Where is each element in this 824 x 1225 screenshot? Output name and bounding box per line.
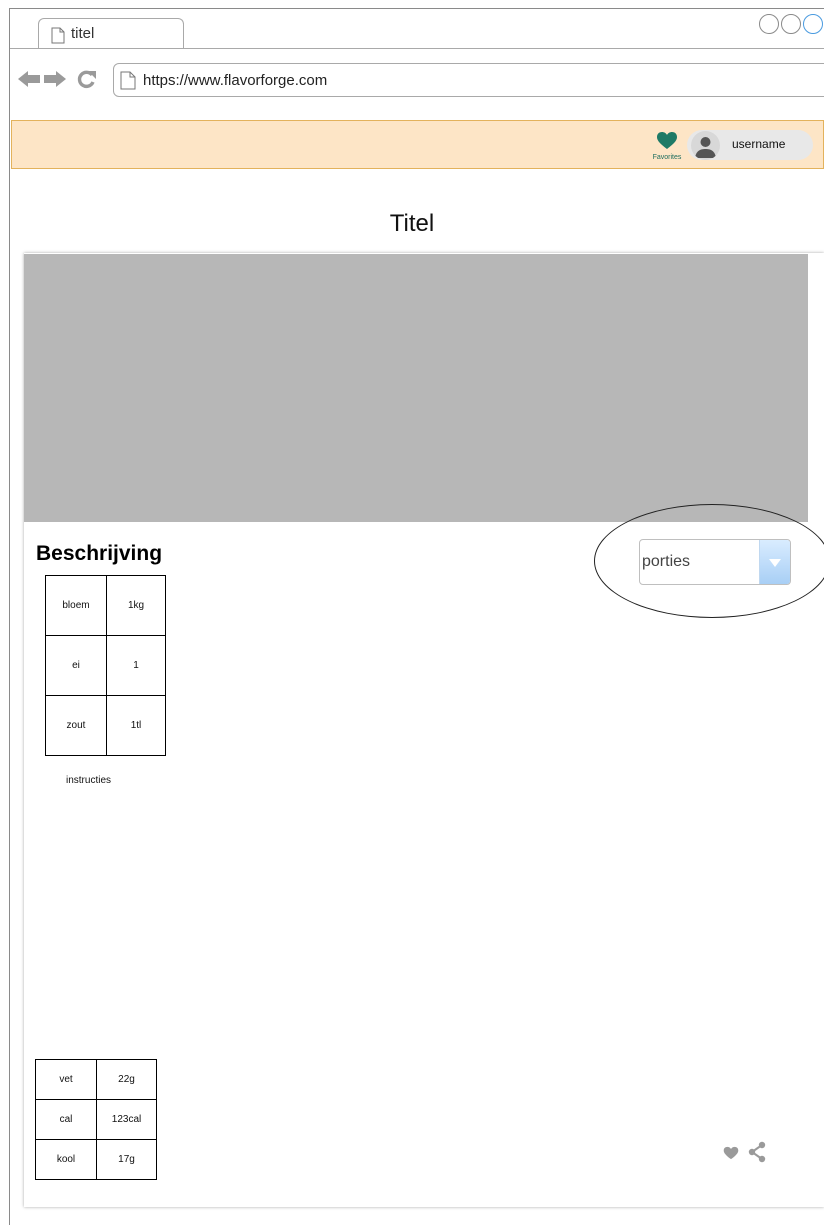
dropdown-button[interactable] <box>759 540 790 584</box>
nutrient-name: vet <box>35 1059 97 1100</box>
ingredient-name: bloem <box>45 575 107 636</box>
nutrient-name: kool <box>35 1139 97 1180</box>
forward-arrow-icon[interactable] <box>42 70 66 88</box>
tab-title: titel <box>71 25 95 42</box>
nutrient-amount: 123cal <box>96 1099 157 1140</box>
ingredient-name: ei <box>45 635 107 696</box>
browser-tab[interactable]: titel <box>38 18 184 48</box>
portions-select-value: porties <box>642 553 691 570</box>
nutrient-amount: 22g <box>96 1059 157 1100</box>
window-circle-icon[interactable] <box>781 14 801 34</box>
heart-icon[interactable] <box>723 1146 739 1160</box>
user-avatar-icon <box>691 131 720 160</box>
table-row: zout 1tl <box>45 695 166 756</box>
table-row: cal 123cal <box>35 1099 157 1140</box>
nutrient-name: cal <box>35 1099 97 1140</box>
share-icon[interactable] <box>747 1141 767 1163</box>
ingredient-amount: 1tl <box>106 695 166 756</box>
tab-bar-divider <box>10 48 824 49</box>
window-circle-icon[interactable] <box>803 14 823 34</box>
table-row: bloem 1kg <box>45 575 166 636</box>
address-bar[interactable]: https://www.flavorforge.com <box>113 63 824 97</box>
window-circle-icon[interactable] <box>759 14 779 34</box>
table-row: kool 17g <box>35 1139 157 1180</box>
url-text: https://www.flavorforge.com <box>143 72 328 89</box>
nutrient-amount: 17g <box>96 1139 157 1180</box>
page-title: Titel <box>389 210 435 237</box>
site-header: Favorites username <box>11 120 824 169</box>
ingredient-name: zout <box>45 695 107 756</box>
recipe-image-placeholder <box>24 254 808 522</box>
nutrition-table: vet 22g cal 123cal kool 17g <box>35 1059 157 1180</box>
heart-icon <box>657 132 677 149</box>
user-menu[interactable]: username <box>687 130 813 160</box>
favorites-label: Favorites <box>652 154 682 161</box>
table-row: ei 1 <box>45 635 166 696</box>
chevron-down-icon <box>769 559 781 567</box>
ingredients-table: bloem 1kg ei 1 zout 1tl <box>45 575 166 756</box>
page-icon <box>120 71 136 90</box>
back-arrow-icon[interactable] <box>18 70 42 88</box>
ingredient-amount: 1 <box>106 635 166 696</box>
table-row: vet 22g <box>35 1059 157 1100</box>
page-icon <box>51 27 65 44</box>
favorites-button[interactable]: Favorites <box>645 131 689 161</box>
reload-icon[interactable] <box>76 69 98 89</box>
ingredient-amount: 1kg <box>106 575 166 636</box>
username: username <box>732 137 786 151</box>
instructions-label: instructies <box>66 775 112 786</box>
portions-select[interactable]: porties <box>639 539 791 585</box>
description-heading: Beschrijving <box>36 542 163 565</box>
